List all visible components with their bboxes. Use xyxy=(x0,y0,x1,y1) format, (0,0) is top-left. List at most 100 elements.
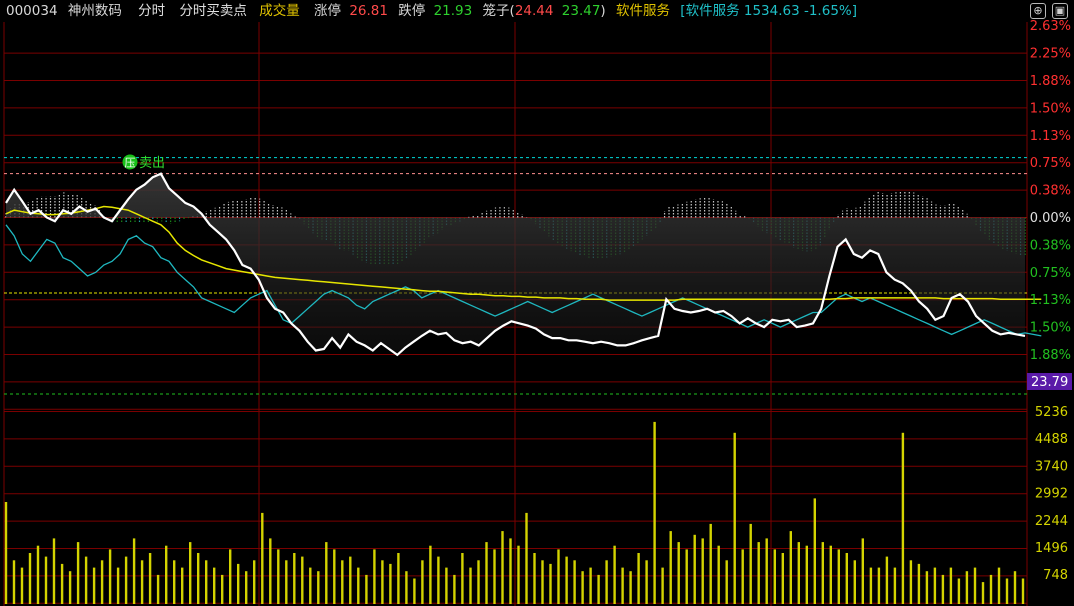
volume-bar xyxy=(413,578,416,604)
volume-bar xyxy=(765,538,768,604)
volume-bar xyxy=(661,567,664,604)
volume-bar xyxy=(100,560,104,604)
volume-bar xyxy=(805,545,808,604)
volume-bar xyxy=(173,560,176,604)
volume-bar xyxy=(397,553,400,604)
volume-bar xyxy=(613,545,616,604)
volume-bar xyxy=(637,553,640,604)
volume-bar xyxy=(709,523,712,604)
current-price-badge: 23.79 xyxy=(1027,373,1072,390)
volume-bar xyxy=(261,512,264,604)
volume-bar xyxy=(116,567,120,604)
right-axis: 2.63% 2.25% 1.88% 1.50% 1.13% 0.75% 0.38% 0.00%… xyxy=(1030,19,1071,583)
volume-bar xyxy=(997,567,1001,604)
volume-bar xyxy=(925,571,929,604)
volume-bar xyxy=(92,567,96,604)
volume-bar xyxy=(893,567,897,604)
volume-bar xyxy=(941,574,945,604)
volume-bar xyxy=(68,571,72,604)
volume-bar xyxy=(605,560,608,604)
volume-bar xyxy=(829,545,832,604)
volume-bar xyxy=(4,502,8,604)
volume-bar xyxy=(541,560,544,604)
volume-bar xyxy=(60,563,64,604)
volume-bar xyxy=(509,538,512,604)
volume-axis-label: 5236 xyxy=(1035,405,1068,420)
volume-axis-label: 3740 xyxy=(1035,459,1068,474)
volume-axis-label: 2992 xyxy=(1035,487,1068,502)
volume-bar xyxy=(20,567,24,604)
volume-bar xyxy=(28,553,32,604)
volume-bar xyxy=(813,498,816,604)
volume-bar xyxy=(221,574,224,604)
price-axis-label-down: 0.75% xyxy=(1030,266,1071,281)
volume-bar xyxy=(917,563,921,604)
price-axis-label-zero: 0.00% xyxy=(1030,211,1071,226)
volume-bar xyxy=(325,542,328,604)
volume-bar xyxy=(357,567,360,604)
volume-bar xyxy=(821,542,824,604)
volume-bar xyxy=(1013,571,1017,604)
volume-bar xyxy=(741,549,744,604)
volume-bar xyxy=(469,567,472,604)
volume-bar xyxy=(597,574,600,604)
volume-bar xyxy=(349,556,352,604)
volume-bar xyxy=(485,542,488,604)
volume-bar xyxy=(341,560,344,604)
volume-bar xyxy=(44,556,48,604)
volume-bar xyxy=(381,560,384,604)
current-price-value: 23.79 xyxy=(1031,375,1068,390)
volume-axis-label: 748 xyxy=(1043,568,1068,583)
volume-bar xyxy=(36,545,40,604)
volume-bar xyxy=(781,553,784,604)
volume-bar xyxy=(421,560,424,604)
volume-bar xyxy=(525,512,528,604)
volume-bar xyxy=(437,556,440,604)
volume-bar xyxy=(533,553,536,604)
price-axis-label-up: 2.25% xyxy=(1030,47,1071,62)
price-axis-label-up: 1.88% xyxy=(1030,74,1071,89)
price-axis-label-down: 0.38% xyxy=(1030,238,1071,253)
volume-bar xyxy=(957,578,961,604)
volume-bar xyxy=(693,534,696,604)
sell-signal-annotation: 压 卖出 xyxy=(122,154,165,171)
volume-bar xyxy=(1021,578,1025,604)
volume-bar xyxy=(245,571,248,604)
volume-bar xyxy=(853,560,856,604)
volume-axis-label: 4488 xyxy=(1035,432,1068,447)
volume-bar xyxy=(837,549,840,604)
volume-bar xyxy=(629,571,632,604)
volume-bar xyxy=(189,542,192,604)
volume-bar xyxy=(989,574,993,604)
volume-axis-label: 1496 xyxy=(1035,541,1068,556)
volume-bar xyxy=(621,567,624,604)
volume-bar xyxy=(877,567,881,604)
volume-bar xyxy=(301,556,304,604)
volume-bar xyxy=(389,563,392,604)
price-axis-label-up: 1.50% xyxy=(1030,101,1071,116)
volume-bar xyxy=(573,560,576,604)
volume-bar xyxy=(677,542,680,604)
volume-bar xyxy=(733,432,736,604)
volume-bar xyxy=(749,523,752,604)
volume-bar xyxy=(124,556,128,604)
volume-bar xyxy=(52,538,56,604)
volume-bar xyxy=(309,567,312,604)
volume-bar xyxy=(589,567,592,604)
volume-bar xyxy=(253,560,256,604)
volume-bar xyxy=(581,571,584,604)
volume-bar xyxy=(717,545,720,604)
volume-bar xyxy=(373,549,376,604)
volume-bar xyxy=(965,571,969,604)
volume-bar xyxy=(365,574,368,604)
volume-bar xyxy=(973,567,977,604)
volume-bar xyxy=(949,567,953,604)
volume-bar xyxy=(213,567,216,604)
price-axis-label-down: 1.13% xyxy=(1030,293,1071,308)
volume-bar xyxy=(845,553,848,604)
volume-bar xyxy=(557,549,560,604)
volume-bar xyxy=(797,542,800,604)
volume-bar xyxy=(861,538,864,604)
volume-bar xyxy=(981,582,985,604)
volume-bar xyxy=(453,574,456,604)
